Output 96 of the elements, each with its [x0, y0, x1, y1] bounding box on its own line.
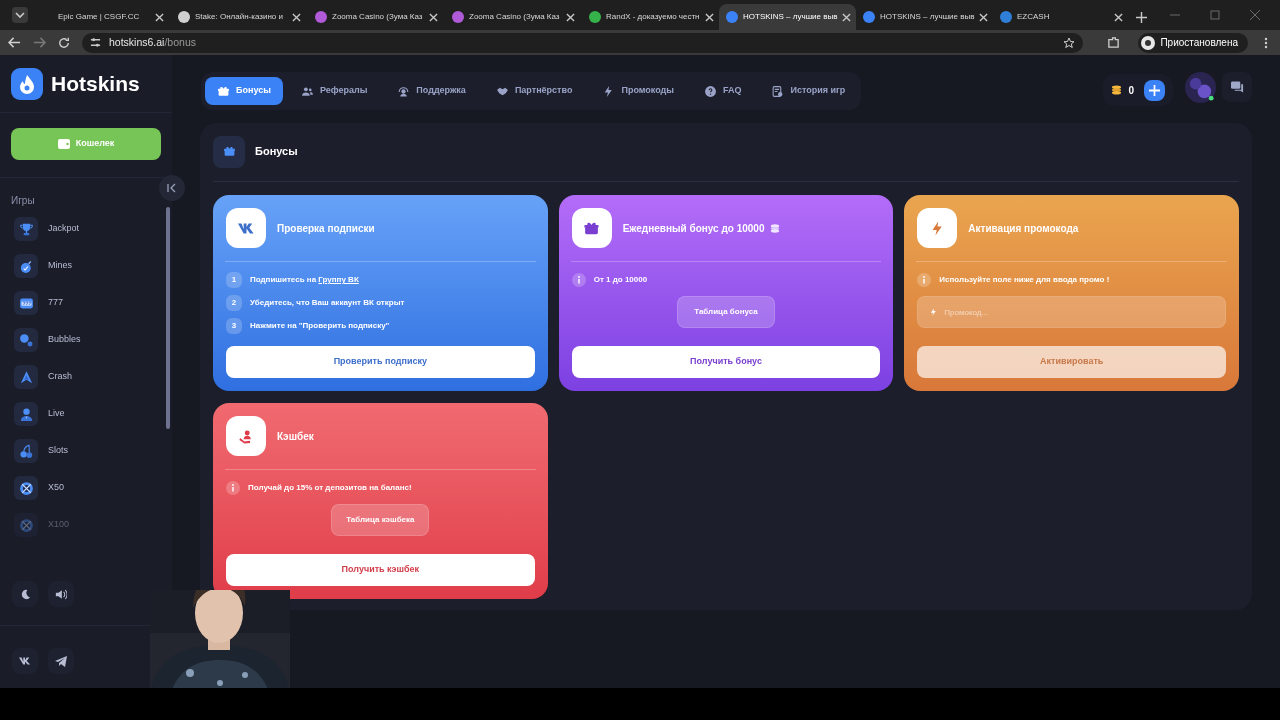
cherries-icon	[17, 442, 35, 460]
chat-icon	[1230, 81, 1244, 93]
info-icon	[226, 481, 240, 495]
collapse-button[interactable]	[159, 175, 185, 201]
game-menu-item[interactable]: Slots	[14, 439, 172, 463]
chat-button[interactable]	[1222, 72, 1252, 102]
close-icon[interactable]	[429, 12, 438, 22]
theme-toggle-button[interactable]	[12, 581, 38, 607]
nav-tab[interactable]: Партнёрство	[483, 77, 585, 105]
forward-icon[interactable]	[33, 36, 46, 49]
bubbles-icon	[17, 331, 35, 349]
gift-icon	[222, 145, 236, 158]
url-path: /bonus	[164, 35, 196, 48]
game-menu-item[interactable]: X50	[14, 476, 172, 500]
url-domain: hotskins6.ai	[109, 35, 165, 48]
close-icon[interactable]	[292, 12, 301, 22]
nav-tab[interactable]: Промокоды	[590, 77, 686, 105]
browser-tab[interactable]: Zooma Casino (Зума Каз	[445, 4, 582, 30]
info-text: Получай до 15% от депозитов на баланс!	[248, 482, 412, 494]
card-title: Кэшбек	[277, 429, 314, 444]
extensions-icon[interactable]	[1107, 36, 1121, 49]
browser-tab[interactable]: HOTSKINS – лучшие выв	[719, 4, 856, 30]
flame-logo-icon	[11, 67, 43, 100]
game-menu-item[interactable]: Mines	[14, 254, 172, 278]
section-title: Игры	[11, 195, 35, 206]
scrollbar[interactable]	[166, 207, 170, 429]
wheel-icon	[17, 516, 35, 534]
paper-plane-icon	[55, 655, 67, 667]
logo-text: Hotskins	[51, 70, 140, 97]
deposit-button[interactable]	[1144, 79, 1165, 101]
step-number: 3	[226, 318, 242, 334]
back-icon[interactable]	[8, 36, 21, 49]
gift-icon	[217, 84, 230, 98]
site-settings-icon[interactable]	[90, 37, 101, 48]
browser-tab[interactable]: Stake: Онлайн-казино и	[171, 4, 308, 30]
nav-tab[interactable]: Поддержка	[385, 77, 478, 105]
vk-button[interactable]	[12, 648, 38, 674]
browser-tab[interactable]: HOTSKINS – лучшие выв	[856, 4, 993, 30]
info-icon	[917, 273, 932, 287]
step-number: 2	[226, 295, 242, 311]
card-title: Ежедневный бонус до 10000	[622, 221, 765, 236]
bookmark-star-icon[interactable]	[1063, 36, 1076, 49]
plus-icon	[1149, 84, 1160, 96]
headset-icon	[397, 84, 411, 98]
coins-icon	[1111, 84, 1123, 96]
wheel-icon	[17, 479, 35, 497]
wallet-icon	[57, 139, 70, 149]
browser-tab[interactable]: RandX - доказуемо честн	[582, 4, 719, 30]
reload-icon[interactable]	[58, 36, 70, 49]
nav-tab[interactable]: Рефералы	[288, 77, 380, 105]
close-icon[interactable]	[566, 12, 575, 22]
page-title: Бонусы	[255, 144, 298, 160]
browser-tab[interactable]: Zooma Casino (Зума Каз	[308, 4, 445, 30]
collapse-icon	[167, 183, 177, 193]
history-icon	[771, 84, 785, 98]
step-text: Нажмите на "Проверить подписку"	[250, 320, 390, 332]
nav-tab[interactable]: FAQ	[691, 77, 754, 105]
help-icon	[703, 84, 717, 98]
new-tab-icon[interactable]	[1136, 11, 1147, 23]
card-action-button[interactable]: Проверить подписку	[226, 346, 535, 378]
step-text: Подпишитесь на Группу ВК	[250, 274, 359, 286]
close-icon[interactable]	[155, 12, 164, 22]
tab-list-icon[interactable]	[12, 7, 28, 23]
address-bar[interactable]: hotskins6.ai/bonus	[82, 32, 1084, 53]
browser-tab[interactable]: EZCASH	[993, 4, 1130, 30]
game-menu-item[interactable]: 777	[14, 291, 172, 315]
close-icon[interactable]	[842, 12, 852, 22]
step-number: 1	[226, 272, 242, 288]
balance-amount: 0	[1128, 83, 1134, 98]
coins-icon	[770, 222, 781, 234]
card-title: Проверка подписки	[277, 221, 375, 236]
info-icon	[571, 273, 586, 287]
telegram-button[interactable]	[48, 648, 74, 674]
profile-button[interactable]: Приостановлена	[1138, 32, 1248, 53]
game-menu-item[interactable]: Bubbles	[14, 328, 172, 352]
game-menu-item[interactable]: Jackpot	[14, 217, 172, 241]
speaker-icon	[55, 588, 67, 600]
sound-button[interactable]	[48, 581, 74, 607]
nav-tab[interactable]: История игр	[759, 77, 858, 105]
info-text: Используйте поле ниже для ввода промо !	[939, 274, 1110, 286]
nav-tab[interactable]: Бонусы	[205, 77, 283, 105]
moon-icon	[19, 588, 31, 600]
close-icon[interactable]	[1114, 12, 1123, 22]
close-icon[interactable]	[979, 12, 989, 22]
game-menu-item[interactable]: Live	[14, 402, 172, 426]
user-avatar-icon[interactable]	[1185, 72, 1216, 103]
close-icon[interactable]	[704, 12, 714, 22]
game-menu-item[interactable]: Crash	[14, 365, 172, 389]
card-action-button[interactable]: Получить бонус	[571, 346, 881, 378]
card-title: Активация промокода	[968, 221, 1079, 236]
card-action-button[interactable]: Получить кэшбек	[226, 554, 535, 586]
info-text: От 1 до 10000	[593, 274, 648, 286]
vk-icon	[19, 657, 31, 665]
avatar-icon	[1141, 35, 1156, 50]
browser-tab[interactable]: Epic Game | CSGF.CC	[34, 4, 171, 30]
step-text: Убедитесь, что Ваш аккаунт ВК открыт	[250, 297, 405, 309]
